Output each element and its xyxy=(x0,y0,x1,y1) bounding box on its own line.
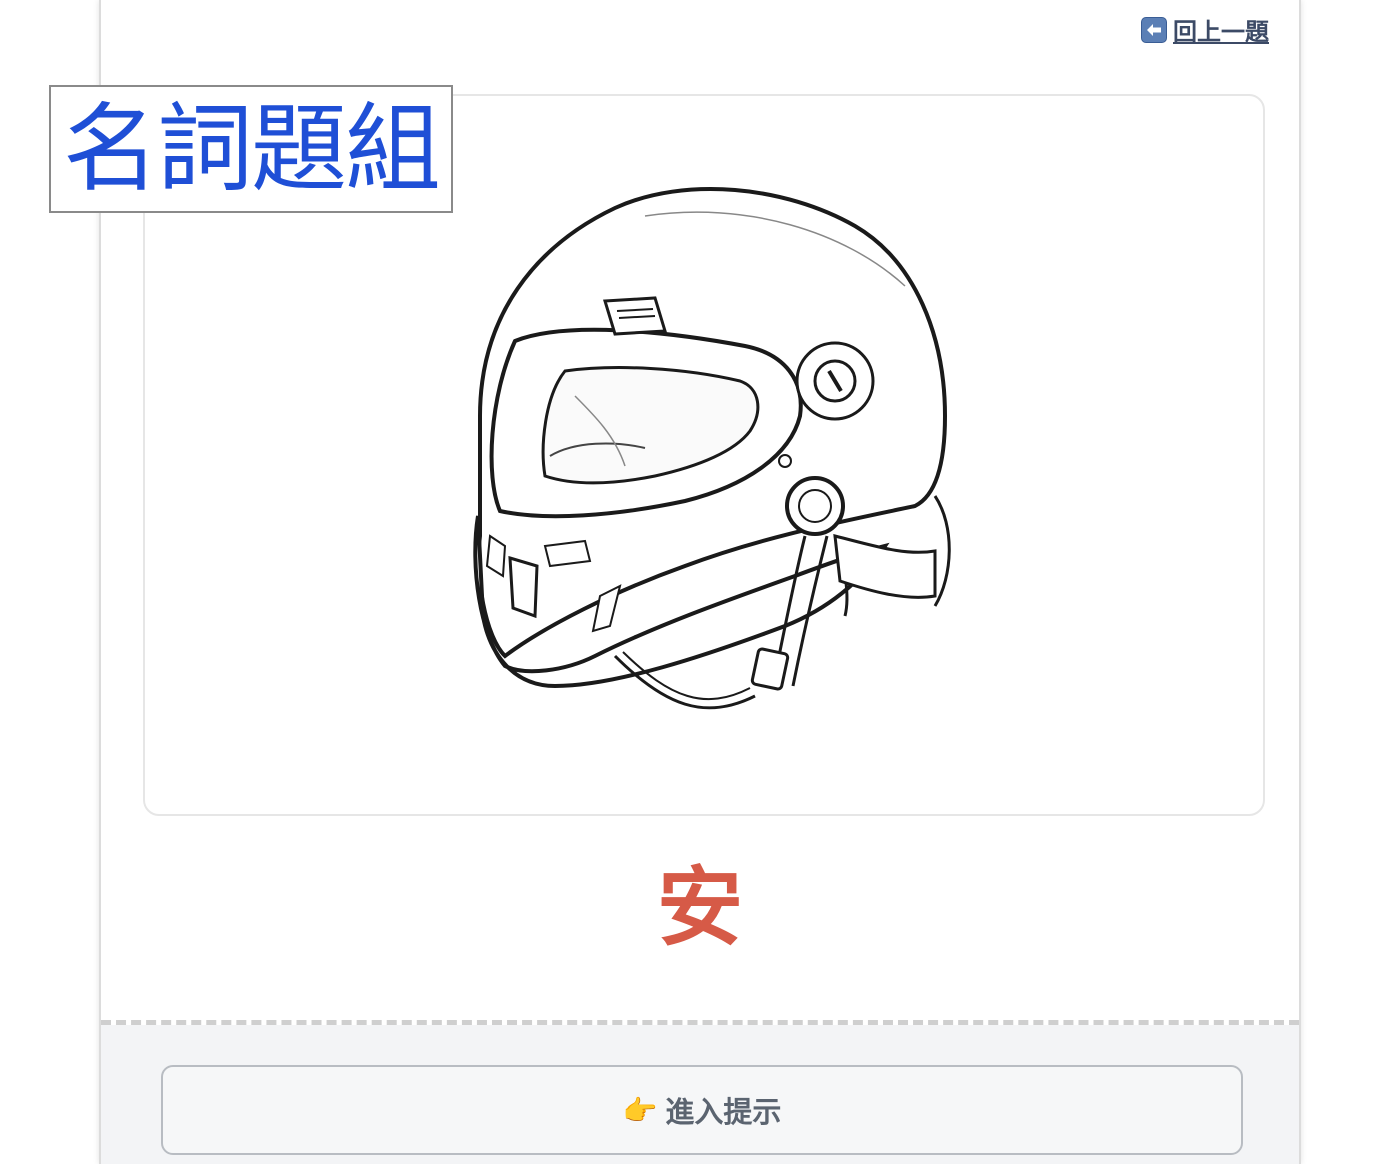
back-arrow-icon xyxy=(1141,16,1167,43)
enter-hint-label: 進入提示 xyxy=(665,1095,782,1129)
enter-hint-button[interactable]: 👉 進入提示 xyxy=(161,1065,1243,1155)
pointing-hand-icon: 👉 xyxy=(622,1093,658,1127)
previous-question-label: 回上一題 xyxy=(1173,18,1269,46)
hint-area: 👉 進入提示 xyxy=(101,1025,1299,1164)
page: 回上一題 安 👉 進入提示 名詞題組 xyxy=(0,0,1376,1164)
previous-question-link[interactable]: 回上一題 xyxy=(1141,12,1269,47)
answer-character: 安 xyxy=(657,858,743,958)
noun-question-group-label: 名詞題組 xyxy=(49,85,453,213)
